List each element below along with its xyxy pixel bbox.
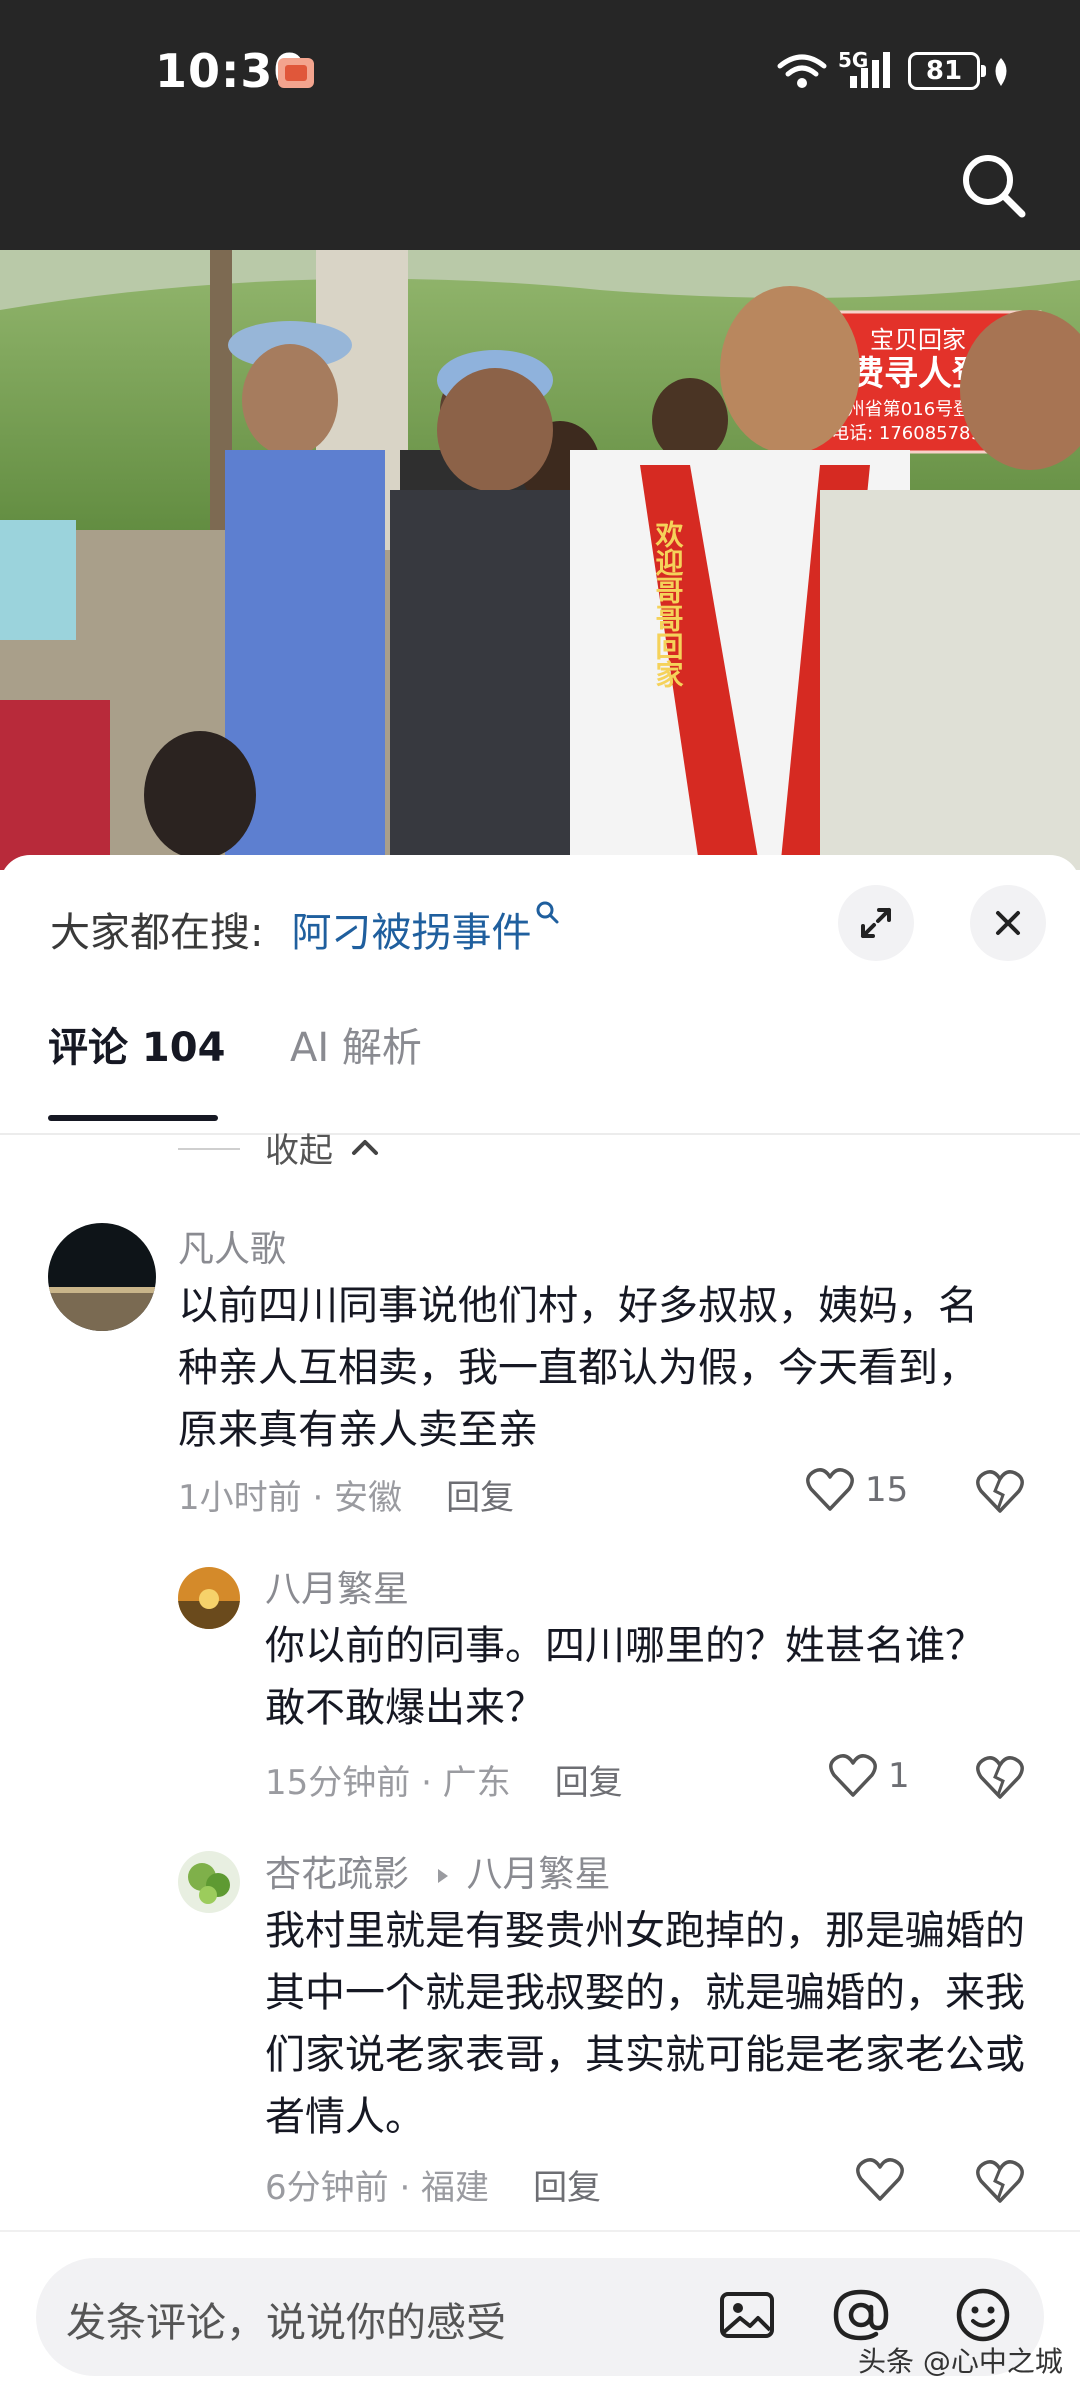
comment-input-placeholder: 发条评论，说说你的感受	[66, 2300, 506, 2346]
reply-arrow-icon	[438, 1869, 449, 1883]
expand-button[interactable]	[838, 885, 914, 961]
broken-heart-icon[interactable]	[975, 1469, 1025, 1515]
avatar-sunset	[178, 1567, 240, 1629]
search-icon[interactable]	[958, 150, 1028, 220]
comment-author[interactable]: 八月繁星	[265, 1560, 409, 1612]
active-tab-indicator	[48, 1115, 218, 1121]
comment-text: 我村里就是有娶贵州女跑掉的，那是骗婚的其中一个就是我叔娶的，就是骗婚的，来我们家…	[265, 1908, 1025, 2140]
broken-heart-icon[interactable]	[975, 2159, 1025, 2205]
like-count: 15	[865, 1470, 909, 1510]
signal-icon	[850, 52, 890, 88]
reply-button[interactable]: 回复	[555, 1763, 623, 1803]
video-frame[interactable]: 宝贝回家 免费寻人登记 贵州省第016号登记站 电话: 17608578999 …	[0, 250, 1080, 870]
avatar-plant	[178, 1851, 240, 1913]
avatar-night-scene	[48, 1223, 156, 1331]
search-hint: 大家都在搜: 阿刁被拐事件	[50, 900, 561, 958]
comment-author[interactable]: 杏花疏影	[265, 1854, 409, 1895]
heart-icon	[856, 2158, 904, 2201]
close-button[interactable]	[970, 885, 1046, 961]
battery-icon: 81	[908, 52, 986, 90]
heart-icon	[829, 1754, 877, 1797]
comment-sheet: 大家都在搜: 阿刁被拐事件 评论 104 AI 解析 收起 凡人歌 以前四川同事说…	[0, 855, 1080, 2400]
reply-button[interactable]: 回复	[446, 1478, 514, 1518]
search-hint-prefix: 大家都在搜:	[50, 910, 264, 956]
heart-icon	[806, 1468, 854, 1511]
avatar[interactable]	[48, 1223, 156, 1331]
comment-text: 以前四川同事说他们村，好多叔叔，姨妈，名种亲人互相卖，我一直都认为假，今天看到，…	[178, 1283, 978, 1453]
comment-author[interactable]: 凡人歌	[178, 1220, 286, 1272]
comment-meta: 6分钟前 · 福建 回复	[265, 2160, 601, 2209]
broken-heart-icon[interactable]	[975, 1755, 1025, 1801]
tab-comments[interactable]: 评论 104	[48, 1015, 225, 1073]
tab-ai-analysis[interactable]: AI 解析	[290, 1015, 422, 1073]
close-icon	[996, 911, 1020, 935]
chevron-up-icon[interactable]	[350, 1137, 380, 1157]
comment-time-location: 1小时前 · 安徽	[178, 1478, 403, 1518]
search-hint-query[interactable]: 阿刁被拐事件	[291, 910, 531, 956]
avatar[interactable]	[178, 1567, 240, 1629]
expand-icon	[861, 908, 891, 938]
comment-tabs: 评论 104 AI 解析	[0, 1015, 1080, 1135]
wifi-icon	[777, 54, 827, 88]
comment-meta: 15分钟前 · 广东 回复	[265, 1755, 623, 1804]
avatar[interactable]	[178, 1851, 240, 1913]
sash-left-text: 欢迎哥哥回家	[652, 520, 685, 688]
status-bar: 10:30 5G 81	[0, 0, 1080, 250]
like-button[interactable]	[855, 2157, 915, 2203]
comment-time-location: 15分钟前 · 广东	[265, 1763, 511, 1803]
notification-app-icon	[278, 58, 314, 88]
reply-thread-header: 杏花疏影 八月繁星	[265, 1845, 610, 1897]
watermark: 头条 @心中之城	[858, 2345, 1063, 2378]
reply-to-author[interactable]: 八月繁星	[466, 1854, 610, 1895]
collapse-replies-button[interactable]: 收起	[265, 1123, 333, 1172]
search-icon[interactable]	[535, 900, 561, 926]
image-icon[interactable]	[712, 2280, 782, 2350]
comment-time-location: 6分钟前 · 福建	[265, 2168, 490, 2208]
comment-meta: 1小时前 · 安徽 回复	[178, 1470, 514, 1519]
like-button[interactable]: 1	[828, 1753, 910, 1799]
collapse-divider	[178, 1148, 240, 1150]
like-button[interactable]: 15	[805, 1467, 908, 1513]
reply-button[interactable]: 回复	[533, 2168, 601, 2208]
like-count: 1	[888, 1756, 910, 1796]
eco-leaf-icon	[995, 58, 1007, 86]
sign-brand: 宝贝回家	[870, 326, 966, 354]
comment-text: 你以前的同事。四川哪里的？姓甚名谁？敢不敢爆出来？	[265, 1623, 985, 1731]
